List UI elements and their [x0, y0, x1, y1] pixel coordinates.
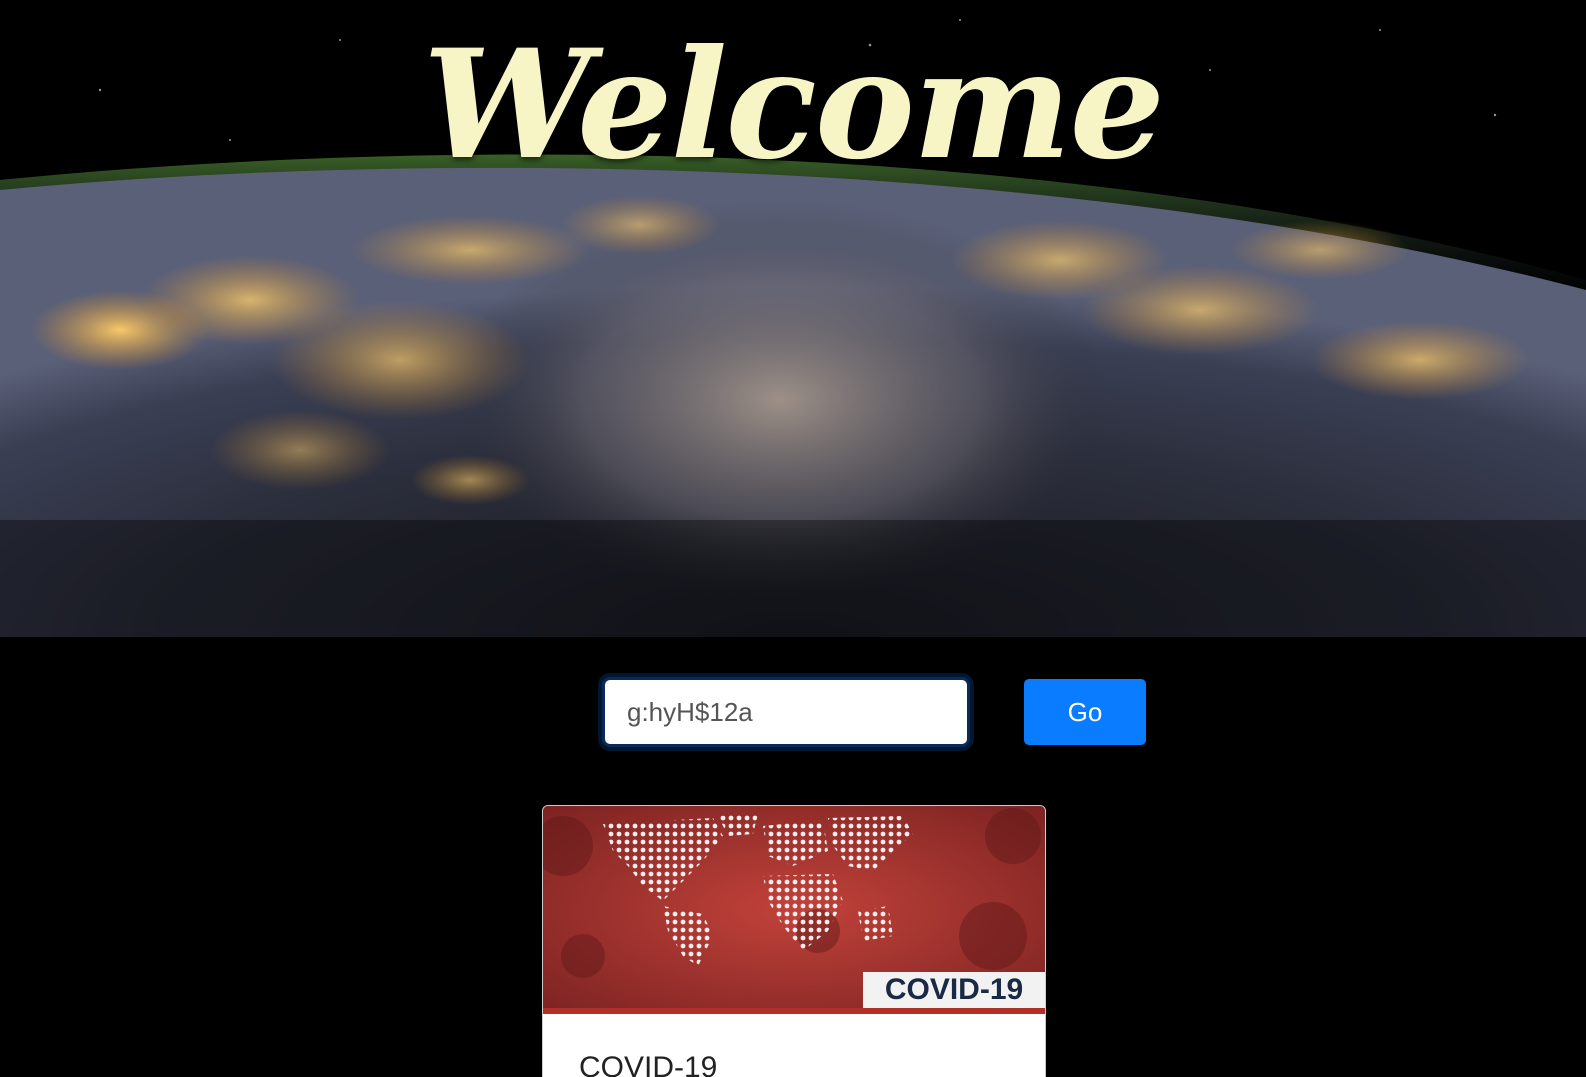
search-input[interactable]: [602, 677, 970, 747]
card-title[interactable]: COVID-19: [579, 1051, 717, 1077]
card-image: COVID-19: [543, 806, 1045, 1014]
hero-banner: Welcome: [0, 0, 1586, 637]
covid-card[interactable]: COVID-19 COVID-19: [542, 805, 1046, 1077]
welcome-title: Welcome: [422, 17, 1165, 193]
covid-tag: COVID-19: [863, 972, 1045, 1008]
page: Welcome Go: [0, 0, 1586, 1077]
go-button[interactable]: Go: [1024, 679, 1146, 745]
card-image-strip: [543, 1008, 1045, 1014]
